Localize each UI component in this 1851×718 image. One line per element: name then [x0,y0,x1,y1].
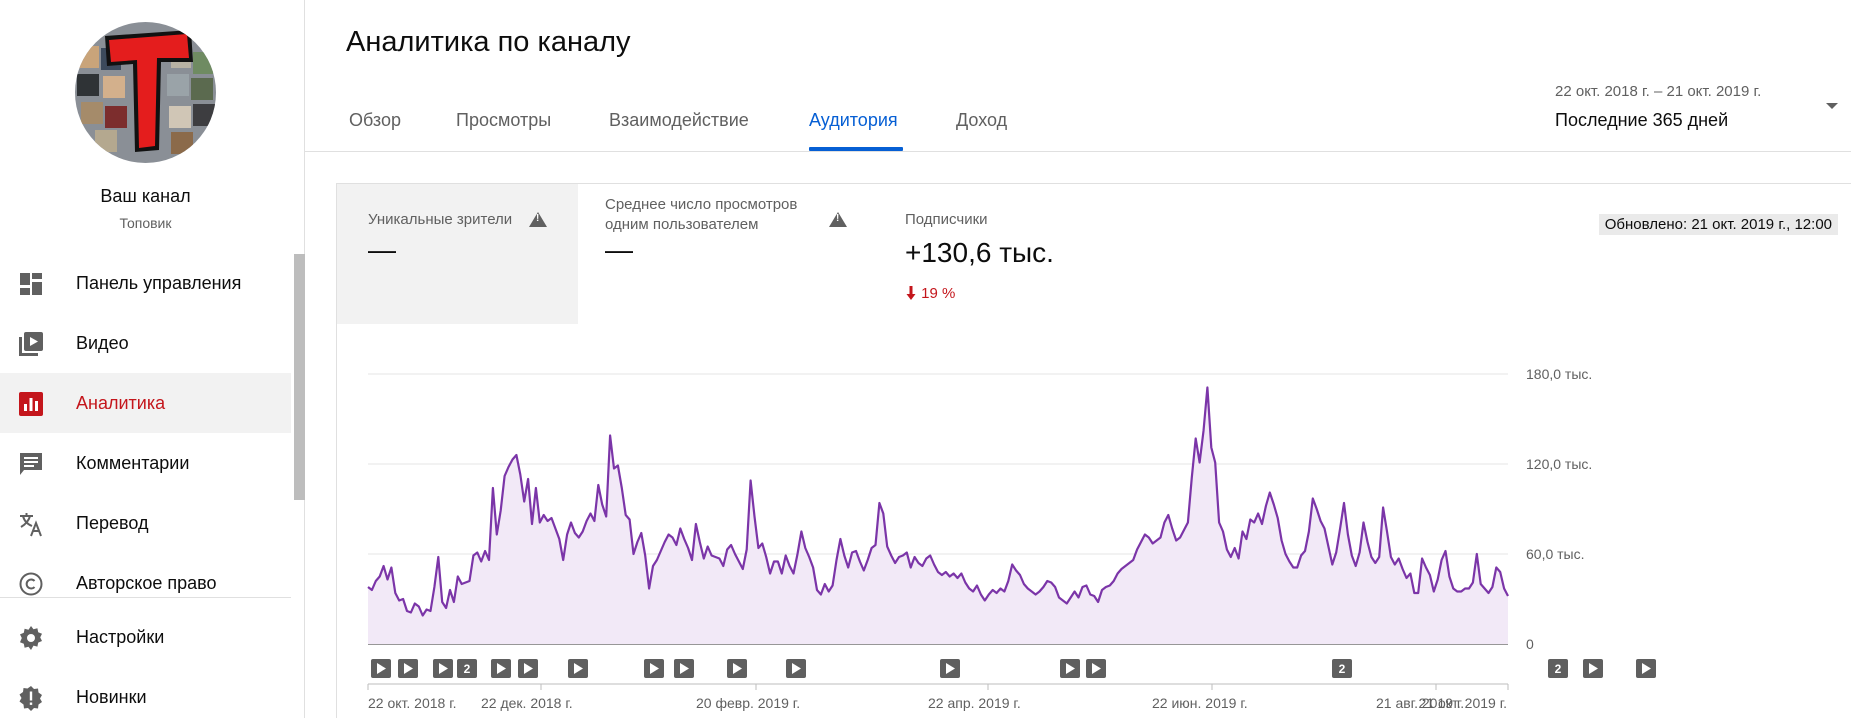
marker-video-icon[interactable] [1636,659,1656,678]
x-axis: 22 окт. 2018 г. 22 дек. 2018 г. 20 февр. 2… [367,683,1509,711]
marker-video-icon[interactable] [1060,659,1080,678]
analytics-card: Уникальные зрители — Среднее число просм… [336,183,1851,718]
marker-count-badge[interactable]: 2 [457,659,477,678]
x-tick-label: 22 июн. 2019 г. [1152,695,1248,711]
tab-engagement[interactable]: Взаимодействие [609,110,749,131]
x-tick-label: 22 дек. 2018 г. [481,695,573,711]
marker-video-icon[interactable] [371,659,391,678]
marker-video-icon[interactable] [398,659,418,678]
marker-video-icon[interactable] [727,659,747,678]
marker-video-icon[interactable] [568,659,588,678]
marker-video-icon[interactable] [433,659,453,678]
sidebar-item-label: Перевод [76,512,149,533]
translate-icon [18,511,44,537]
new-badge-icon [18,685,44,711]
tab-views[interactable]: Просмотры [456,110,551,131]
marker-video-icon[interactable] [674,659,694,678]
sidebar-item-label: Видео [76,332,129,353]
marker-video-icon[interactable] [940,659,960,678]
header-divider [305,151,1851,152]
x-tick-label: 22 окт. 2018 г. [368,695,457,711]
sidebar-item-dashboard[interactable]: Панель управления [0,253,291,313]
channel-avatar[interactable] [75,22,216,163]
sidebar-item-label: Авторское право [76,572,217,593]
date-range-selector[interactable]: Последние 365 дней [1555,110,1728,131]
sidebar-item-translation[interactable]: Перевод [0,493,291,553]
sidebar-item-label: Новинки [76,686,147,707]
tab-revenue[interactable]: Доход [956,110,1007,131]
marker-video-icon[interactable] [1086,659,1106,678]
event-markers: 2 2 2 [371,659,1656,678]
x-tick-label: 21 окт. 2019 г. [1419,695,1508,711]
tab-audience[interactable]: Аудитория [809,110,898,131]
dropdown-caret-icon[interactable] [1826,103,1838,109]
sidebar-item-whats-new[interactable]: Новинки [0,667,291,718]
y-tick-label: 120,0 тыс. [1526,456,1592,472]
marker-video-icon[interactable] [786,659,806,678]
video-library-icon [18,331,44,357]
channel-subtitle: Топовик [119,215,172,231]
y-tick-label: 180,0 тыс. [1526,366,1592,382]
gear-icon [18,625,44,651]
sidebar-scrollbar[interactable] [294,254,305,500]
marker-video-icon[interactable] [644,659,664,678]
marker-count-label: 2 [1339,662,1346,676]
y-tick-label: 60,0 тыс. [1526,546,1585,562]
marker-count-label: 2 [1555,662,1562,676]
marker-video-icon[interactable] [491,659,511,678]
marker-video-icon[interactable] [518,659,538,678]
sidebar-item-comments[interactable]: Комментарии [0,433,291,493]
comment-icon [18,451,44,477]
subscribers-chart[interactable]: 180,0 тыс. 120,0 тыс. 60,0 тыс. 0 2 2 2 22 ок… [337,184,1851,718]
date-range-text[interactable]: 22 окт. 2018 г. – 21 окт. 2019 г. [1555,83,1761,100]
marker-count-badge[interactable]: 2 [1332,659,1352,678]
y-tick-label: 0 [1526,636,1534,652]
page-title: Аналитика по каналу [346,26,631,58]
dashboard-icon [18,271,44,297]
sidebar: Ваш канал Топовик Панель управления Виде… [0,0,305,718]
sidebar-item-label: Панель управления [76,272,242,293]
sidebar-item-label: Аналитика [76,392,166,413]
marker-count-label: 2 [464,662,471,676]
sidebar-item-label: Настройки [76,626,165,647]
sidebar-item-settings[interactable]: Настройки [0,607,291,667]
marker-video-icon[interactable] [1583,659,1603,678]
avatar-image [75,22,216,163]
sidebar-divider [0,597,291,598]
y-axis: 180,0 тыс. 120,0 тыс. 60,0 тыс. 0 [1526,366,1592,652]
sidebar-item-video[interactable]: Видео [0,313,291,373]
x-tick-label: 22 апр. 2019 г. [928,695,1021,711]
tab-overview[interactable]: Обзор [349,110,401,131]
copyright-icon [18,571,44,597]
x-tick-label: 20 февр. 2019 г. [696,695,800,711]
marker-count-badge[interactable]: 2 [1548,659,1568,678]
sidebar-item-copyright[interactable]: Авторское право [0,553,291,613]
sidebar-item-analytics[interactable]: Аналитика [0,373,291,433]
channel-name: Ваш канал [100,186,191,206]
analytics-icon [18,391,44,417]
sidebar-item-label: Комментарии [76,452,190,473]
